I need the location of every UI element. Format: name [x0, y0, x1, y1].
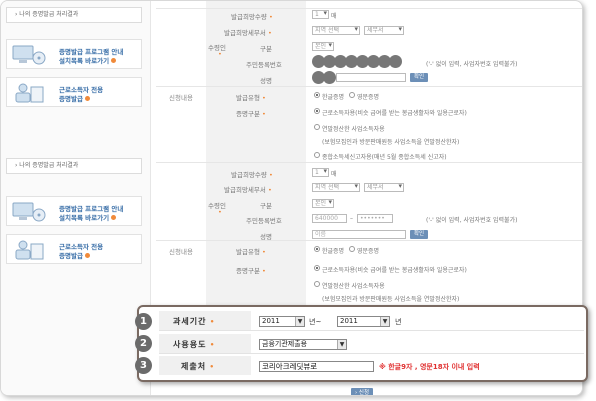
submit-button[interactable]: › 신청 [351, 388, 373, 395]
submit-to-row: 제출처 • 코리아크레딧뷰로 ※ 한글9자 , 영문18자 이내 입력 [159, 356, 584, 376]
type-label: 구분 [260, 45, 272, 53]
type-select[interactable]: 본인 [312, 42, 334, 51]
tax-period-row: 과세기간 • 2011 ▼ 년~ 2011 ▼ 년 [159, 311, 584, 331]
qty-select[interactable]: 1 [312, 168, 329, 177]
rrn-back-input[interactable]: ••••••• [357, 214, 393, 223]
program-link-line2: 설치목록 바로가기 [59, 55, 117, 65]
arrow-dot-icon [84, 253, 90, 258]
worker-cert-link-2[interactable]: 근로소득자 전용 증명발급 [6, 234, 142, 264]
name-input[interactable] [336, 73, 406, 82]
tax-period-panel: 과세기간 • 2011 ▼ 년~ 2011 ▼ 년 1 사용용도 • 금융기관제출용… [135, 305, 588, 382]
chevron-down-icon: ▼ [380, 317, 389, 326]
office-select[interactable]: 세무서 [364, 183, 404, 192]
arrow-dot-icon [111, 58, 117, 63]
usage-purpose-label: 사용용도 • [173, 340, 216, 349]
recipient-label: 수령인 [208, 202, 226, 210]
section-label: 신청내용 [169, 248, 193, 256]
name-input[interactable]: 이름 [312, 230, 406, 239]
worker-cert-link[interactable]: 근로소득자 전용 증명발급 [6, 77, 142, 107]
office-label: 발급희망세무서 • [224, 29, 272, 37]
issue-type-label: 발급유형 • [236, 248, 266, 256]
radio-korean[interactable] [314, 246, 320, 252]
radio-cert-worker[interactable] [314, 265, 320, 271]
qty-select[interactable]: 1 [312, 10, 329, 19]
rrn-label: 주민등록번호 [246, 217, 282, 225]
region-select[interactable]: 지역 선택 [312, 183, 360, 192]
usage-purpose-select[interactable]: 금융기관제출용 ▼ [259, 339, 347, 350]
chevron-down-icon: ▼ [295, 317, 304, 326]
tax-period-from-select[interactable]: 2011 ▼ [259, 316, 305, 327]
worker-link-line2: 증명발급 [59, 93, 90, 103]
radio-cert-business[interactable] [314, 281, 320, 287]
radio-english[interactable] [349, 92, 355, 98]
person-document-icon [15, 83, 44, 103]
input-limit-note: ※ 한글9자 , 영문18자 이내 입력 [379, 363, 480, 371]
radio-english[interactable] [349, 246, 355, 252]
worker-link-line2: 증명발급 [59, 250, 90, 260]
program-link-line2: 설치목록 바로가기 [59, 212, 117, 222]
rrn-label: 주민등록번호 [246, 61, 282, 69]
step-badge-1: 1 [135, 313, 152, 330]
arrow-dot-icon [111, 215, 117, 220]
step-badge-3: 3 [135, 357, 152, 374]
cert-type-label: 증명구분 • [236, 267, 266, 275]
issue-type-label: 발급유형 • [236, 94, 266, 102]
qty-label: 발급희망수량 • [231, 13, 273, 21]
redacted-blob [389, 55, 402, 68]
redacted-blob [323, 71, 336, 84]
cert-type-label: 증명구분 • [236, 110, 266, 118]
confirm-button[interactable]: 확인 [410, 230, 429, 239]
radio-cert-worker[interactable] [314, 108, 320, 114]
tax-period-to-select[interactable]: 2011 ▼ [337, 316, 390, 327]
computer-disc-icon [12, 202, 46, 222]
sidebar-result-link-2[interactable]: › 나의 증명발급 처리결과 [6, 158, 142, 174]
arrow-dot-icon [84, 96, 90, 101]
submit-to-label: 제출처 • [181, 362, 216, 371]
program-install-link[interactable]: 증명발급 프로그램 안내 설치목록 바로가기 [6, 39, 142, 69]
radio-cert-comprehensive[interactable] [314, 152, 320, 158]
radio-cert-business[interactable] [314, 124, 320, 130]
radio-korean[interactable] [314, 92, 320, 98]
program-install-link-2[interactable]: 증명발급 프로그램 안내 설치목록 바로가기 [6, 196, 142, 226]
type-label: 구분 [260, 202, 272, 210]
qty-label: 발급희망수량 • [231, 171, 273, 179]
sidebar-result-link[interactable]: › 나의 증명발급 처리결과 [6, 7, 142, 23]
region-select[interactable]: 지역 선택 [312, 26, 360, 35]
type-select[interactable]: 본인 [312, 199, 334, 208]
submit-to-input[interactable]: 코리아크레딧뷰로 [259, 361, 374, 372]
section-label: 신청내용 [169, 94, 193, 102]
chevron-down-icon: ▼ [337, 340, 346, 349]
person-document-icon [15, 240, 44, 260]
usage-purpose-row: 사용용도 • 금융기관제출용 ▼ [159, 334, 584, 354]
tax-period-label: 과세기간 • [173, 317, 216, 326]
recipient-label: 수령인 [208, 44, 226, 52]
step-badge-2: 2 [135, 335, 152, 352]
rrn-front-input[interactable]: 640000 [312, 214, 347, 223]
office-select[interactable]: 세무서 [364, 26, 404, 35]
confirm-button[interactable]: 확인 [410, 73, 429, 82]
office-label: 발급희망세무서 • [224, 186, 272, 194]
left-sidebar: › 나의 증명발급 처리결과 증명발급 프로그램 안내 설치목록 바로가기 근로… [1, 1, 151, 395]
name-label: 성명 [260, 77, 272, 85]
computer-disc-icon [12, 45, 46, 65]
